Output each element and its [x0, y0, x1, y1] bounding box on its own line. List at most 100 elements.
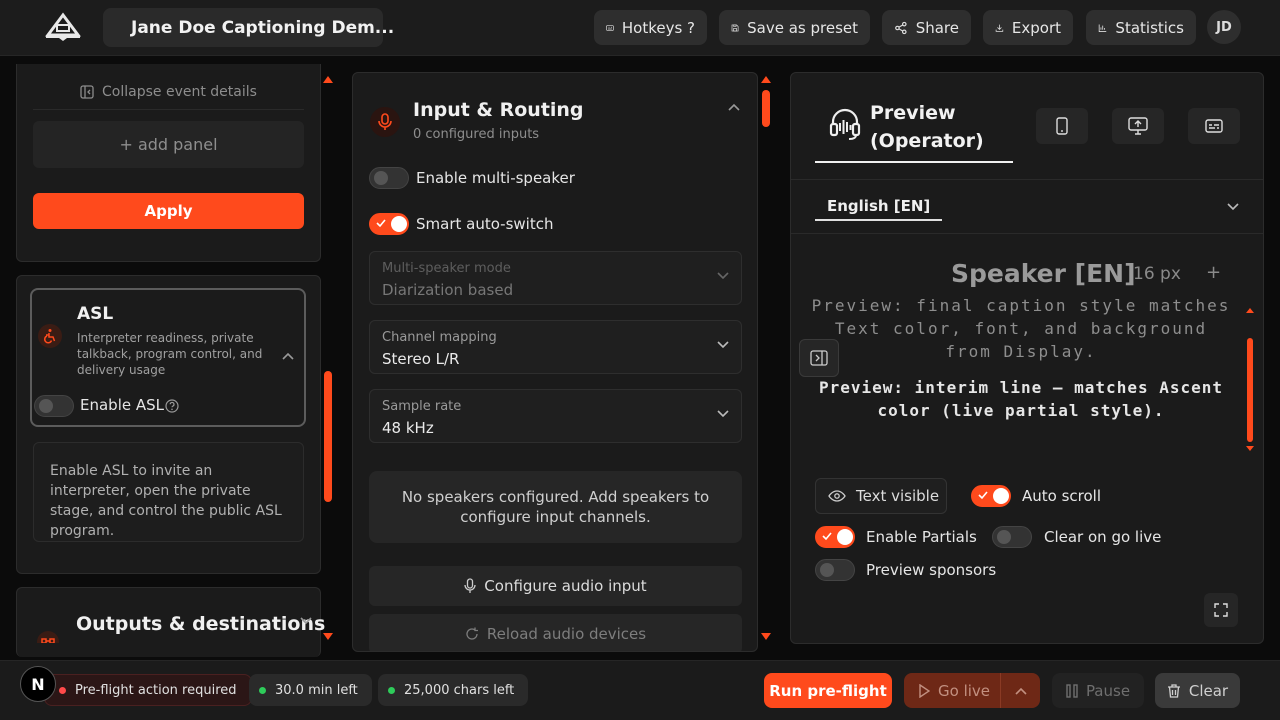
top-bar: Jane Doe Captioning Dem... Hotkeys ? Sav… [0, 0, 1280, 56]
run-preflight-button[interactable]: Run pre-flight [764, 673, 892, 708]
channel-mapping-value: Stereo L/R [382, 350, 460, 368]
outputs-icon [37, 631, 59, 643]
channel-mapping-select[interactable]: Channel mapping Stereo L/R [369, 320, 742, 374]
share-icon [895, 21, 907, 34]
caption-preview-area: Preview: final caption style matches Tex… [811, 298, 1231, 448]
enable-partials-toggle[interactable] [815, 526, 855, 548]
go-live-label: Go live [938, 681, 991, 700]
statistics-button[interactable]: Statistics [1086, 10, 1196, 45]
clear-label: Clear [1188, 681, 1229, 700]
final-caption-preview: Preview: final caption style matches Tex… [811, 298, 1231, 361]
left-scroll-up[interactable] [323, 76, 333, 83]
auto-switch-toggle[interactable] [369, 213, 409, 235]
multi-speaker-mode-value: Diarization based [382, 281, 514, 299]
pause-icon [1066, 683, 1078, 698]
go-live-options[interactable] [1001, 687, 1040, 695]
chevron-up-icon[interactable] [282, 352, 294, 360]
mid-scroll-down[interactable] [761, 633, 771, 640]
collapse-icon [80, 84, 94, 99]
app-logo[interactable] [44, 11, 82, 41]
n-badge[interactable]: N [20, 666, 56, 702]
outputs-title: Outputs & destinations [76, 613, 326, 635]
mid-scroll-up[interactable] [761, 76, 771, 83]
user-avatar[interactable]: JD [1207, 10, 1241, 44]
pause-label: Pause [1085, 681, 1131, 700]
chevron-up-icon [1014, 687, 1027, 695]
export-button[interactable]: Export [983, 10, 1073, 45]
phone-icon [1056, 117, 1068, 135]
enable-asl-toggle[interactable] [34, 395, 74, 417]
hotkeys-button[interactable]: Hotkeys ? [594, 10, 707, 45]
keyboard-icon [606, 24, 614, 31]
speaker-label: Speaker [EN] [951, 259, 1136, 288]
share-button[interactable]: Share [882, 10, 971, 45]
bar-chart-icon [1098, 23, 1107, 32]
collapse-event-details-button[interactable]: Collapse event details [33, 74, 304, 110]
mobile-view-button[interactable] [1036, 108, 1088, 144]
captions-icon [1205, 119, 1223, 133]
mid-scrollbar[interactable] [762, 90, 770, 127]
eye-icon [828, 490, 846, 502]
microphone-icon [464, 578, 476, 593]
preflight-status-chip[interactable]: Pre-flight action required [44, 674, 252, 706]
time-left-text: 30.0 min left [275, 682, 358, 698]
auto-scroll-toggle[interactable] [971, 485, 1011, 507]
clear-button[interactable]: Clear [1155, 673, 1240, 708]
help-icon[interactable] [165, 399, 179, 413]
apply-button[interactable]: Apply [33, 193, 304, 229]
sample-rate-select[interactable]: Sample rate 48 kHz [369, 389, 742, 443]
preview-scroll-up[interactable] [1246, 308, 1254, 313]
statistics-label: Statistics [1115, 18, 1184, 37]
clear-on-go-live-toggle[interactable] [992, 526, 1032, 548]
auto-switch-label: Smart auto-switch [416, 215, 554, 233]
no-speakers-message: No speakers configured. Add speakers to … [369, 471, 742, 543]
sample-rate-value: 48 kHz [382, 419, 434, 437]
add-panel-button[interactable]: + add panel [33, 121, 304, 168]
captions-view-button[interactable] [1188, 108, 1240, 144]
headset-icon [829, 108, 861, 140]
multi-speaker-label: Enable multi-speaker [416, 169, 575, 187]
asl-section[interactable]: ASL Interpreter readiness, private talkb… [30, 288, 306, 427]
configure-audio-label: Configure audio input [484, 577, 647, 595]
go-live-button[interactable]: Go live [904, 673, 1040, 708]
download-icon [995, 24, 1004, 32]
screen-view-button[interactable] [1112, 108, 1164, 144]
session-title-text: Jane Doe Captioning Dem... [131, 17, 395, 38]
preview-sponsors-toggle[interactable] [815, 559, 855, 581]
chevron-down-icon [717, 272, 729, 280]
chevron-down-icon[interactable] [300, 617, 312, 625]
collapse-label: Collapse event details [102, 83, 257, 100]
enable-asl-label: Enable ASL [80, 396, 165, 414]
multi-speaker-toggle[interactable] [369, 167, 409, 189]
preview-scrollbar[interactable] [1247, 338, 1253, 442]
configure-audio-button[interactable]: Configure audio input [369, 566, 742, 606]
chevron-up-icon[interactable] [728, 103, 740, 111]
divider [791, 179, 1263, 180]
preview-scroll-down[interactable] [1246, 446, 1254, 451]
asl-info-text: Enable ASL to invite an interpreter, ope… [33, 442, 304, 542]
left-scroll-down[interactable] [323, 633, 333, 640]
fullscreen-button[interactable] [1204, 593, 1238, 627]
text-visible-label: Text visible [856, 487, 940, 505]
chevron-down-icon[interactable] [1227, 203, 1239, 211]
chevron-down-icon [717, 341, 729, 349]
trash-icon [1167, 683, 1180, 698]
chars-left-chip: 25,000 chars left [378, 674, 529, 706]
left-scrollbar[interactable] [324, 371, 332, 502]
reload-devices-button[interactable]: Reload audio devices [369, 614, 742, 651]
increase-font-button[interactable]: + [1206, 262, 1221, 283]
session-title[interactable]: Jane Doe Captioning Dem... [103, 8, 394, 47]
tab-language-en[interactable]: English [EN] [815, 189, 943, 221]
reload-devices-label: Reload audio devices [486, 625, 647, 643]
tab-preview-operator[interactable]: Preview (Operator) [815, 97, 1013, 163]
preview-title: Preview (Operator) [870, 102, 984, 152]
toggle-sidebar-button[interactable] [799, 339, 839, 377]
text-visible-button[interactable]: Text visible [815, 478, 947, 514]
preview-sponsors-label: Preview sponsors [866, 561, 997, 579]
multi-speaker-mode-select[interactable]: Multi-speaker mode Diarization based [369, 251, 742, 305]
monitor-icon [1128, 117, 1148, 135]
auto-scroll-label: Auto scroll [1022, 487, 1102, 505]
pause-button[interactable]: Pause [1052, 673, 1144, 708]
share-label: Share [915, 18, 959, 37]
save-preset-button[interactable]: Save as preset [719, 10, 870, 45]
